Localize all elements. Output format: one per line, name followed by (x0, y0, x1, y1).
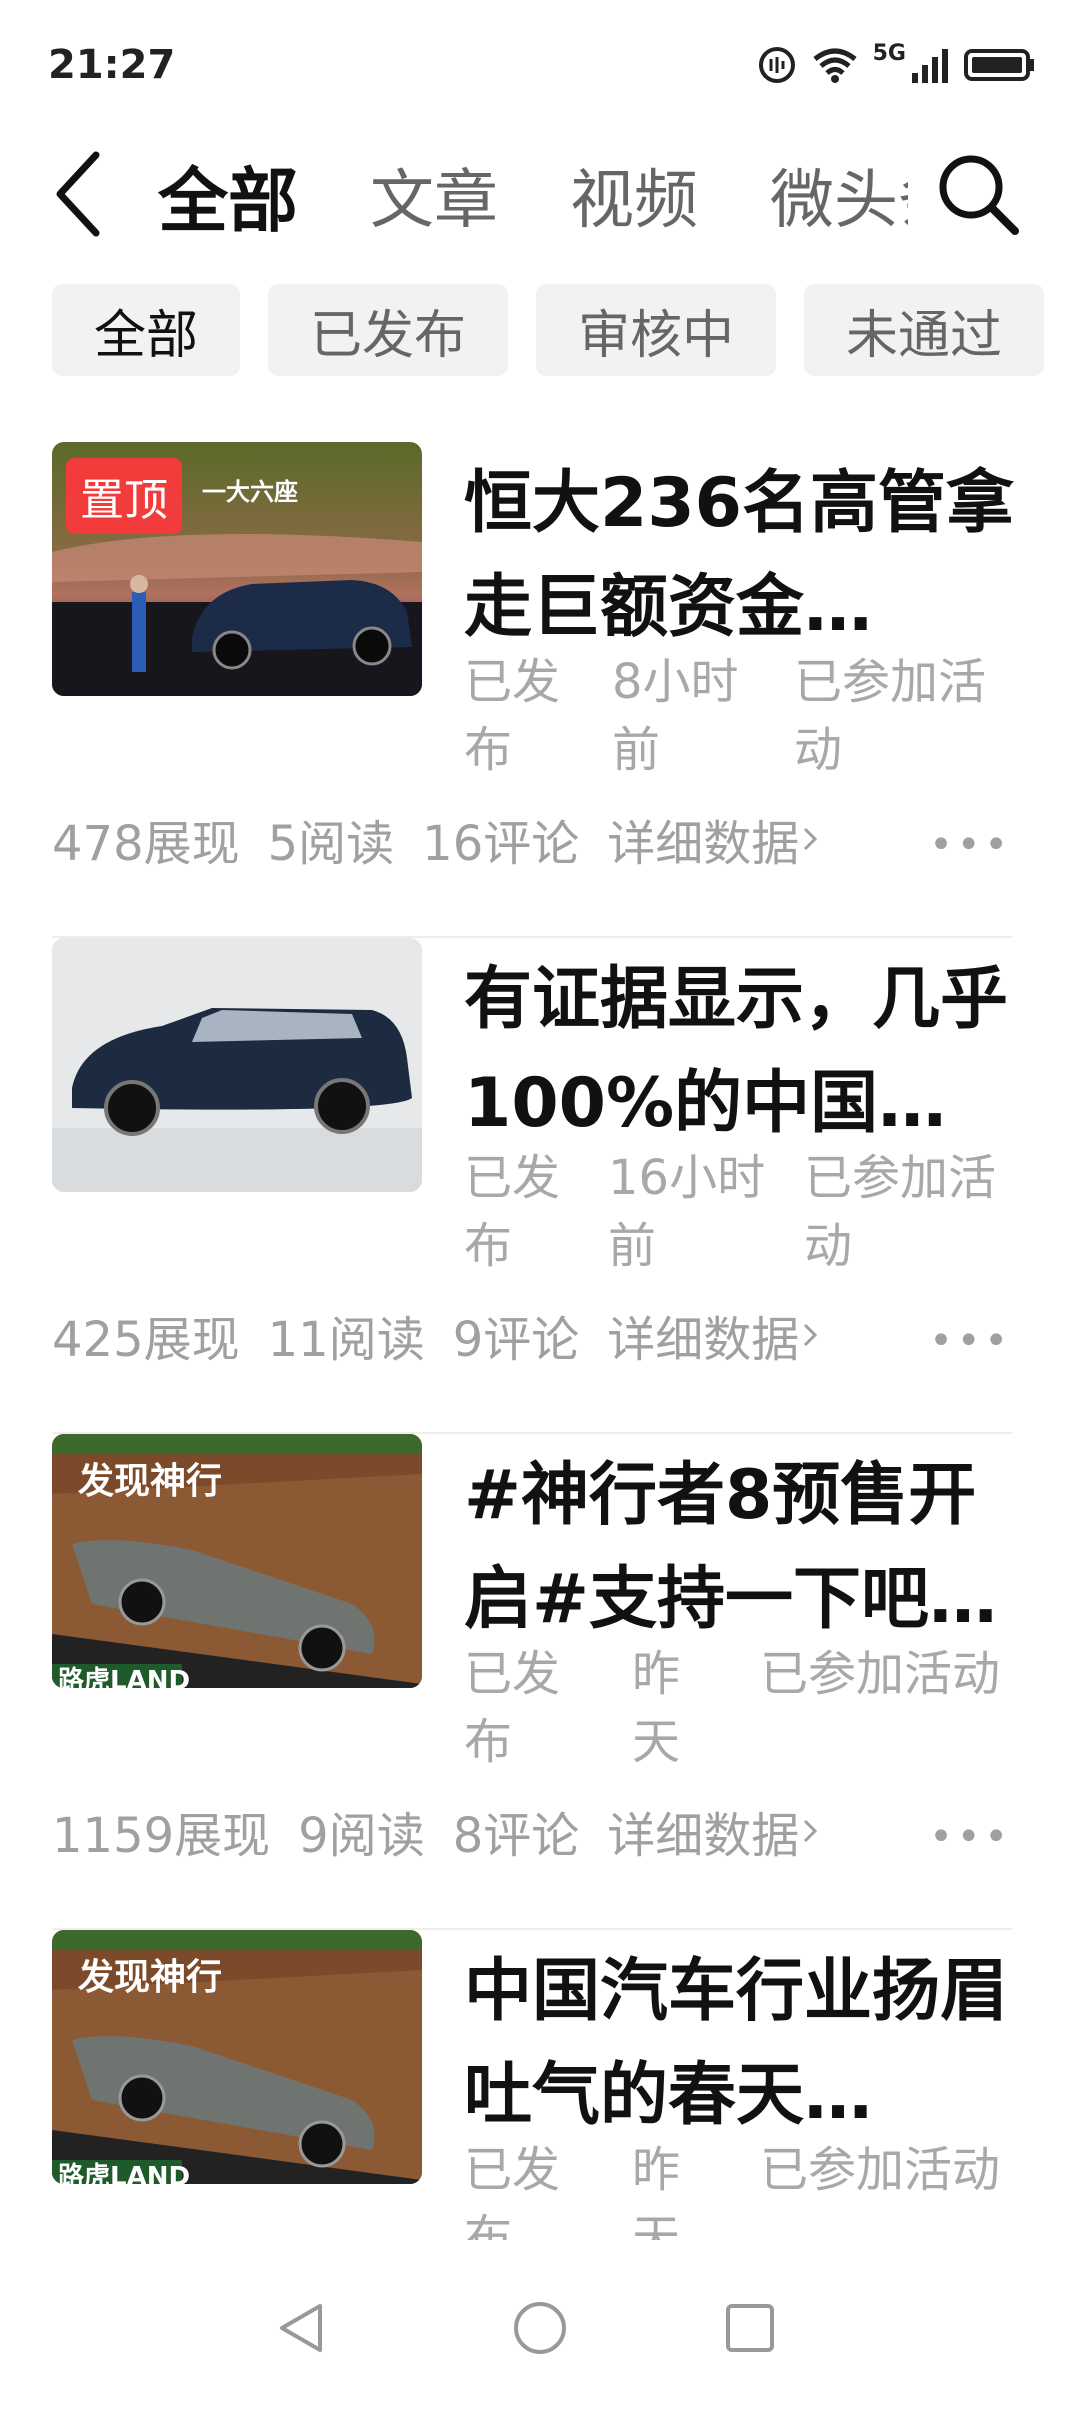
nav-home-button[interactable] (500, 2288, 580, 2368)
list-item[interactable]: 发现神行 路虎LAND #神行者8预售开启#支持一下吧… 已发布 昨天 已参加活… (52, 1434, 1012, 1930)
chevron-right-icon (804, 827, 818, 851)
activity-status: 已参加活动 (804, 1150, 997, 1274)
circle-home-icon (514, 2302, 566, 2354)
publish-time: 8小时前 (612, 654, 739, 778)
publish-time: 昨天 (632, 1646, 681, 1770)
thumbnail-caption: 一大六座 (202, 478, 298, 506)
tab-micro-posts[interactable]: 微头条 (770, 149, 908, 241)
nav-back-button[interactable] (262, 2288, 342, 2368)
item-thumbnail: 置顶 一大六座 (52, 442, 422, 696)
thumbnail-caption: 发现神行 (78, 1957, 223, 1998)
publish-status: 已发布 (464, 1150, 561, 1274)
back-arrow-icon (56, 151, 100, 237)
item-title[interactable]: #神行者8预售开启#支持一下吧… (464, 1444, 1019, 1652)
triangle-back-icon (280, 2304, 322, 2352)
view-count: 1159展现 (52, 1808, 271, 1864)
nav-recents-button[interactable] (710, 2288, 790, 2368)
content-list: 置顶 一大六座 恒大236名高管拿走巨额资金… 已发布 8小时前 已参加活动 4… (52, 442, 1014, 2260)
item-stats: 425展现 11阅读 9评论 详细数据 ••• (52, 1300, 1012, 1370)
filter-reviewing[interactable]: 审核中 (536, 284, 777, 376)
item-stats: 478展现 5阅读 16评论 详细数据 ••• (52, 804, 1012, 874)
publish-status: 已发布 (464, 654, 561, 778)
list-item[interactable]: 有证据显示，几乎100%的中国… 已发布 16小时前 已参加活动 425展现 1… (52, 938, 1012, 1434)
content-tabs: 全部 文章 视频 微头条 (158, 140, 908, 250)
activity-status: 已参加活动 (760, 2142, 1001, 2198)
wifi-icon (813, 48, 857, 83)
item-meta: 已发布 16小时前 已参加活动 (464, 1144, 1024, 1284)
thumbnail-brand: 路虎LAND (58, 1666, 191, 1688)
comment-count: 8评论 (452, 1808, 580, 1864)
publish-status: 已发布 (464, 1646, 561, 1770)
item-title[interactable]: 中国汽车行业扬眉吐气的春天… (464, 1940, 1012, 2148)
status-bar: 21:27 5G (0, 0, 1080, 130)
suv-studio-image (52, 938, 422, 1192)
item-title[interactable]: 恒大236名高管拿走巨额资金… (464, 452, 1019, 660)
item-thumbnail: 发现神行 路虎LAND (52, 1434, 422, 1688)
detail-data-link[interactable]: 详细数据 (607, 1796, 823, 1866)
more-options-icon[interactable]: ••• (929, 822, 1012, 868)
search-button[interactable] (928, 144, 1028, 244)
filter-all[interactable]: 全部 (52, 284, 241, 376)
battery-icon (964, 49, 1034, 81)
detail-data-link[interactable]: 详细数据 (607, 1300, 823, 1370)
detail-data-label: 详细数据 (607, 1312, 800, 1368)
more-options-icon[interactable]: ••• (929, 1814, 1012, 1860)
item-thumbnail (52, 938, 422, 1192)
detail-data-link[interactable]: 详细数据 (607, 804, 823, 874)
pinned-badge: 置顶 (66, 458, 182, 534)
tab-videos[interactable]: 视频 (570, 149, 698, 241)
read-count: 11阅读 (267, 1312, 425, 1368)
view-count: 478展现 (52, 816, 240, 872)
activity-status: 已参加活动 (760, 1646, 1001, 1702)
list-item[interactable]: 置顶 一大六座 恒大236名高管拿走巨额资金… 已发布 8小时前 已参加活动 4… (52, 442, 1014, 938)
comment-count: 9评论 (452, 1312, 580, 1368)
tab-articles[interactable]: 文章 (370, 149, 498, 241)
read-count: 5阅读 (267, 816, 395, 872)
status-time: 21:27 (48, 42, 176, 88)
square-recents-icon (726, 2304, 774, 2352)
thumbnail-caption: 发现神行 (78, 1461, 223, 1502)
system-nav-bar (0, 2240, 1080, 2412)
thumbnail-brand: 路虎LAND (58, 2162, 191, 2184)
item-title[interactable]: 有证据显示，几乎100%的中国… (464, 948, 1019, 1156)
chevron-right-icon (804, 1323, 818, 1347)
status-icons: 5G (757, 40, 1036, 90)
detail-data-label: 详细数据 (607, 1808, 800, 1864)
search-icon (939, 155, 1019, 235)
view-count: 425展现 (52, 1312, 240, 1368)
more-options-icon[interactable]: ••• (929, 1318, 1012, 1364)
item-thumbnail: 发现神行 路虎LAND (52, 1930, 422, 2184)
read-count: 9阅读 (298, 1808, 425, 1864)
filter-rejected[interactable]: 未通过 (804, 284, 1045, 376)
back-button[interactable] (48, 144, 128, 244)
status-filter: 全部 已发布 审核中 未通过 (52, 284, 1080, 376)
filter-published[interactable]: 已发布 (268, 284, 509, 376)
detail-data-label: 详细数据 (607, 816, 800, 872)
item-meta: 已发布 8小时前 已参加活动 (464, 648, 1024, 788)
item-meta: 已发布 昨天 已参加活动 (464, 1640, 1024, 1780)
item-stats: 1159展现 9阅读 8评论 详细数据 ••• (52, 1796, 1012, 1866)
publish-time: 16小时前 (608, 1150, 766, 1274)
comment-count: 16评论 (422, 816, 580, 872)
list-item[interactable]: 发现神行 路虎LAND 中国汽车行业扬眉吐气的春天… 已发布 昨天 已参加活动 (52, 1930, 1012, 2260)
activity-status: 已参加活动 (794, 654, 987, 778)
network-type: 5G (872, 40, 906, 66)
tab-all[interactable]: 全部 (158, 145, 298, 246)
chevron-right-icon (804, 1819, 818, 1843)
signal-icon (912, 49, 948, 83)
header: 全部 文章 视频 微头条 (0, 130, 1080, 260)
data-saver-icon (758, 47, 795, 83)
